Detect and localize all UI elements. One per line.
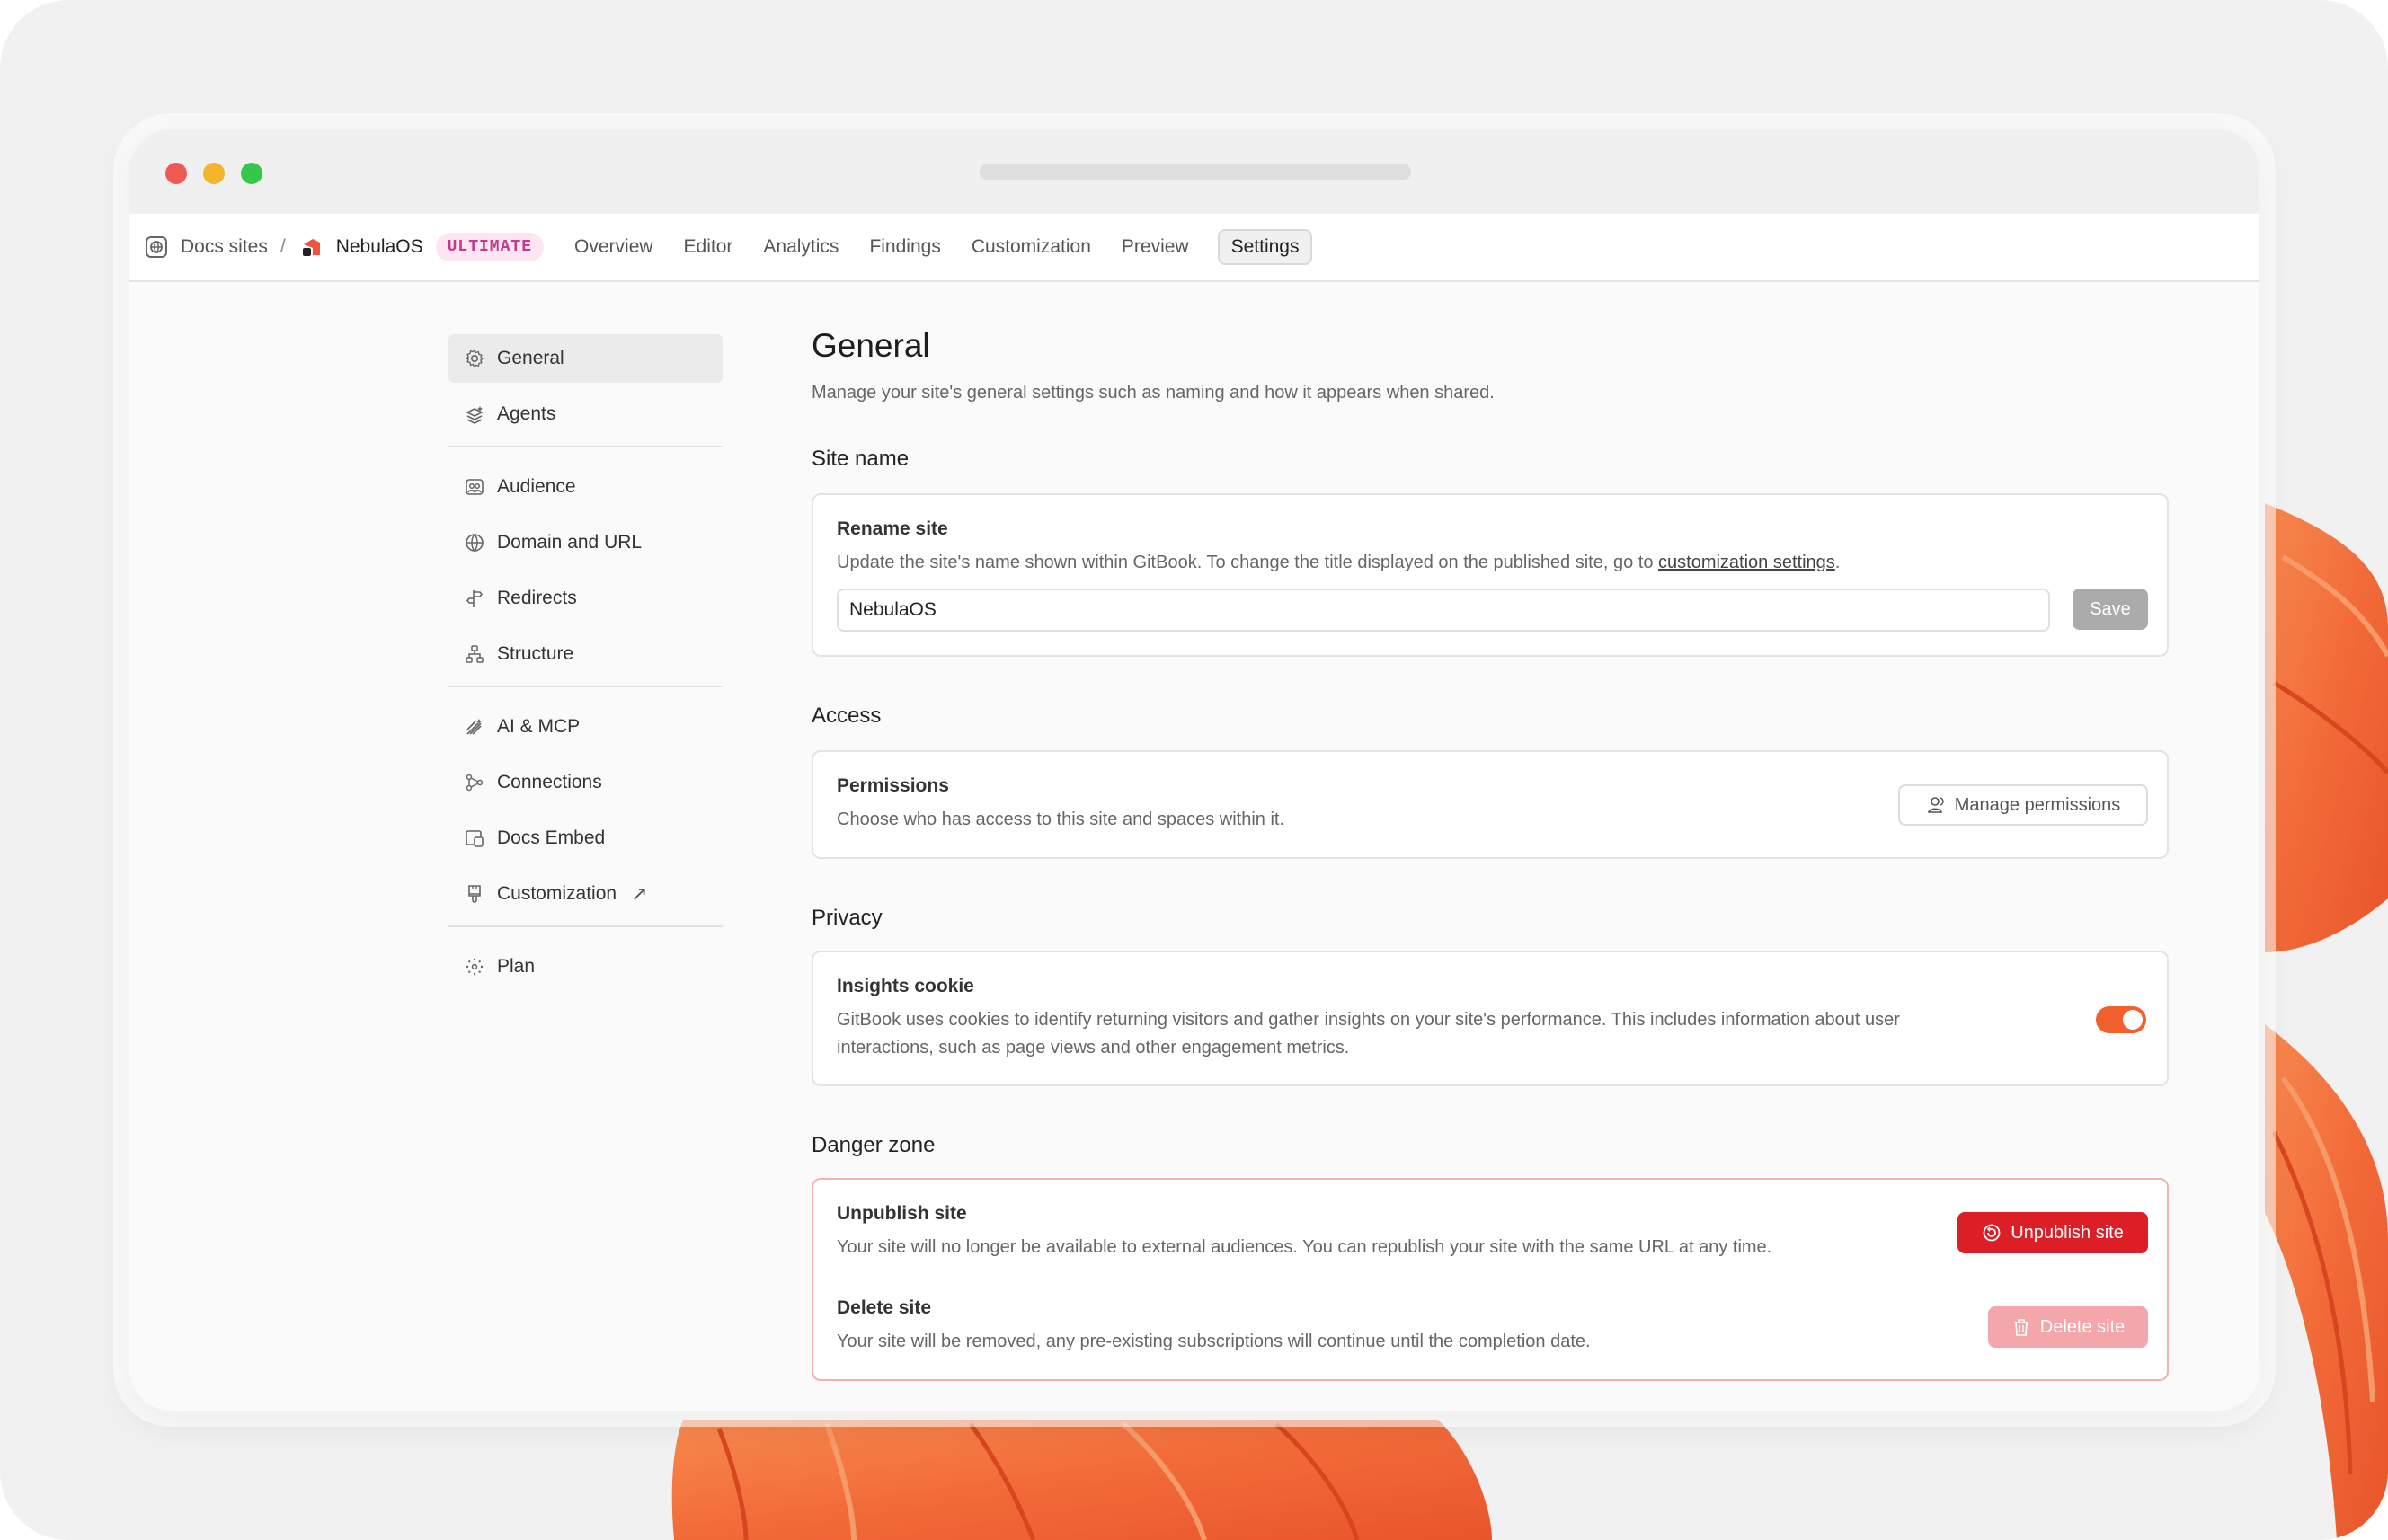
card-description: Choose who has access to this site and s… (837, 810, 1285, 829)
desktop-background: Docs sites / NebulaOS ULTIMATE Overview … (0, 0, 2388, 1540)
sidebar-divider (448, 925, 723, 927)
page-subtitle: Manage your site's general settings such… (812, 383, 1495, 403)
sitemap-icon (465, 644, 484, 664)
gear-icon (465, 349, 484, 368)
sidebar-item-label: Domain and URL (497, 532, 643, 553)
card-title: Permissions (837, 775, 949, 796)
sidebar-item-label: General (497, 348, 564, 368)
button-label: Manage permissions (1954, 794, 2121, 815)
sidebar-item-audience[interactable]: Audience (448, 463, 723, 511)
plan-icon (465, 957, 484, 977)
audience-icon (465, 477, 484, 497)
danger-zone-card: Unpublish site Your site will no longer … (812, 1178, 2169, 1381)
site-logo-icon (300, 235, 324, 259)
customization-settings-link[interactable]: customization settings (1658, 553, 1835, 572)
tab-settings[interactable]: Settings (1217, 229, 1313, 265)
sidebar-item-plan[interactable]: Plan (448, 943, 723, 991)
embed-icon (465, 828, 484, 848)
unpublish-description: Your site will no longer be available to… (837, 1237, 1772, 1257)
description-line: GitBook uses cookies to identify returni… (837, 1010, 1900, 1030)
description-text: Update the site's name shown within GitB… (837, 553, 1659, 572)
maximize-window-button[interactable] (241, 163, 262, 184)
card-title: Rename site (837, 518, 948, 539)
tab-overview[interactable]: Overview (574, 236, 653, 258)
ai-icon (465, 717, 484, 737)
close-window-button[interactable] (165, 163, 187, 184)
external-link-icon: ↗ (631, 882, 648, 905)
card-description: GitBook uses cookies to identify returni… (837, 1006, 2005, 1062)
browser-window: Docs sites / NebulaOS ULTIMATE Overview … (129, 129, 2259, 1411)
button-label: Delete site (2039, 1316, 2126, 1337)
section-heading-danger-zone: Danger zone (812, 1133, 936, 1157)
sidebar-item-label: Connections (497, 772, 602, 792)
sidebar-item-docs-embed[interactable]: Docs Embed (448, 814, 723, 863)
sidebar-item-customization[interactable]: Customization ↗ (448, 870, 723, 918)
address-bar[interactable] (980, 164, 1411, 180)
sidebar-item-label: Docs Embed (497, 828, 606, 848)
sidebar-item-redirects[interactable]: Redirects (448, 574, 723, 623)
sidebar-item-structure[interactable]: Structure (448, 630, 723, 678)
agents-icon (465, 404, 484, 424)
delete-title: Delete site (837, 1297, 932, 1318)
page-title: General (812, 327, 930, 364)
tab-analytics[interactable]: Analytics (763, 236, 839, 258)
section-heading-access: Access (812, 704, 882, 728)
delete-site-button[interactable]: Delete site (1988, 1306, 2148, 1348)
rename-site-card: Rename site Update the site's name shown… (812, 493, 2169, 657)
breadcrumb-site-name[interactable]: NebulaOS (336, 236, 423, 258)
insights-cookie-toggle[interactable] (2096, 1006, 2146, 1033)
brush-icon (465, 884, 484, 904)
button-label: Unpublish site (2011, 1222, 2124, 1243)
section-heading-site-name: Site name (812, 447, 910, 471)
sidebar-item-label: Redirects (497, 588, 577, 608)
breadcrumb: Docs sites / NebulaOS ULTIMATE (145, 233, 545, 261)
sidebar-item-label: Plan (497, 956, 536, 977)
breadcrumb-separator: / (280, 236, 286, 257)
minimize-window-button[interactable] (203, 163, 225, 184)
section-heading-privacy: Privacy (812, 906, 883, 930)
sidebar-item-general[interactable]: General (448, 334, 723, 383)
sidebar-divider (448, 446, 723, 447)
manage-permissions-button[interactable]: Manage permissions (1898, 784, 2148, 826)
plan-badge: ULTIMATE (435, 233, 545, 261)
toggle-knob (2123, 1010, 2143, 1030)
permissions-card: Permissions Choose who has access to thi… (812, 750, 2169, 859)
delete-description: Your site will be removed, any pre-exist… (837, 1332, 1591, 1351)
tab-customization[interactable]: Customization (972, 236, 1091, 258)
sidebar-item-connections[interactable]: Connections (448, 758, 723, 807)
sidebar-item-agents[interactable]: Agents (448, 390, 723, 438)
sidebar-item-ai-mcp[interactable]: AI & MCP (448, 703, 723, 751)
card-description: Update the site's name shown within GitB… (837, 549, 1840, 577)
window-titlebar (129, 129, 2259, 214)
tab-preview[interactable]: Preview (1122, 236, 1189, 258)
card-title: Insights cookie (837, 976, 974, 996)
tab-editor[interactable]: Editor (684, 236, 733, 258)
connections-icon (465, 773, 484, 792)
unpublish-icon (1982, 1223, 2002, 1243)
save-button[interactable]: Save (2073, 589, 2148, 630)
sidebar-item-label: Audience (497, 476, 576, 497)
docs-sites-icon (145, 235, 168, 259)
description-line: interactions, such as page views and oth… (837, 1038, 1350, 1058)
settings-main: General Manage your site's general setti… (812, 327, 2169, 1381)
settings-sidebar: General Agents Audience Domain and URL R… (448, 334, 723, 998)
globe-icon (465, 533, 484, 553)
signpost-icon (465, 589, 484, 608)
site-name-input[interactable] (837, 589, 2050, 632)
insights-cookie-card: Insights cookie GitBook uses cookies to … (812, 951, 2169, 1086)
sidebar-item-domain-and-url[interactable]: Domain and URL (448, 518, 723, 567)
trash-icon (2011, 1317, 2031, 1337)
sidebar-item-label: Structure (497, 643, 574, 664)
users-icon (1926, 795, 1946, 815)
description-end: . (1834, 553, 1841, 572)
unpublish-title: Unpublish site (837, 1203, 967, 1224)
sidebar-item-label: AI & MCP (497, 716, 581, 737)
top-navigation: Docs sites / NebulaOS ULTIMATE Overview … (129, 214, 2259, 282)
sidebar-divider (448, 686, 723, 687)
sidebar-item-label: Customization (497, 883, 617, 904)
sidebar-item-label: Agents (497, 403, 556, 424)
tab-findings[interactable]: Findings (869, 236, 940, 258)
breadcrumb-docs-sites[interactable]: Docs sites (181, 236, 268, 258)
unpublish-site-button[interactable]: Unpublish site (1957, 1212, 2148, 1253)
